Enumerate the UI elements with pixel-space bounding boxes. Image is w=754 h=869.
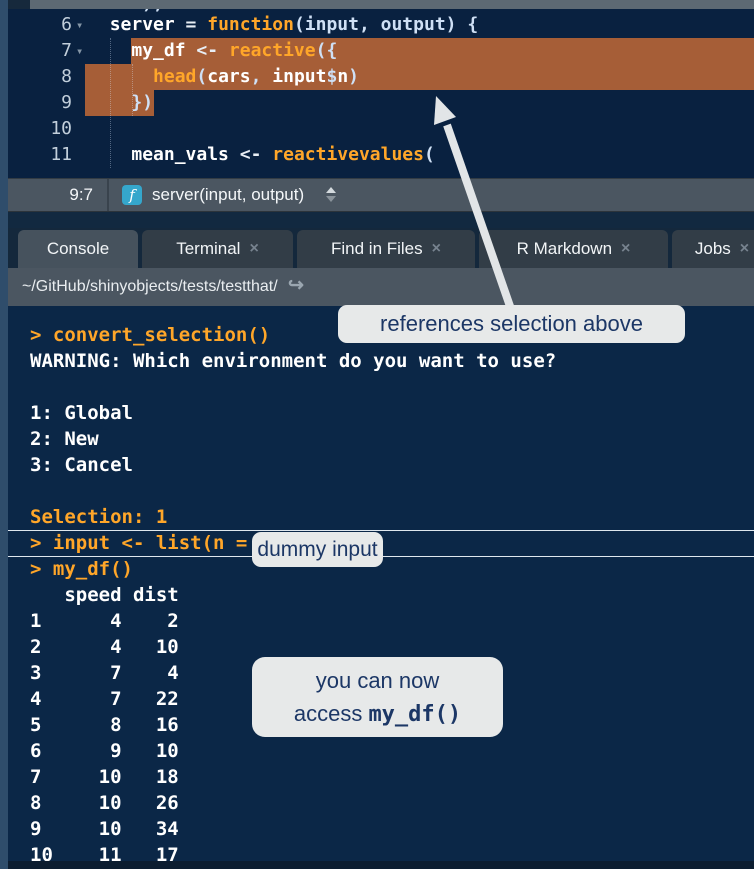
code-line: 6▾ server = function(input, output) {: [8, 12, 754, 38]
editor-status-bar: 9:7 f server(input, output): [8, 178, 754, 212]
code-line: 10: [8, 116, 754, 142]
working-directory-bar: ~/GitHub/shinyobjects/tests/testthat/ ↪: [8, 268, 754, 306]
callout-line1: you can now: [316, 664, 440, 697]
console-output-line: 9 10 34: [30, 816, 750, 842]
tab-label: Find in Files: [331, 239, 423, 259]
console-output-line: speed dist: [30, 582, 750, 608]
console-output-line: 6 9 10: [30, 738, 750, 764]
goto-directory-icon[interactable]: ↪: [288, 268, 304, 304]
window-bottom-edge: [8, 861, 754, 869]
console-output-line: 7 10 18: [30, 764, 750, 790]
chevron-up-down-icon[interactable]: [326, 187, 338, 203]
tab-jobs[interactable]: Jobs ×: [672, 230, 754, 268]
tab-label: R Markdown: [517, 239, 612, 259]
code-line: 11 mean_vals <- reactivevalues(: [8, 142, 754, 168]
code-line: 8 head(cars, input$n): [8, 64, 754, 90]
console-output-line: WARNING: Which environment do you want t…: [30, 348, 750, 374]
tab-terminal[interactable]: Terminal ×: [142, 230, 293, 268]
line-number: 7: [8, 38, 72, 64]
line-number: 6: [8, 12, 72, 38]
code-text: server = function(input, output) {: [88, 12, 478, 38]
code-text: mean_vals <- reactivevalues(: [88, 142, 435, 168]
console-command: > input <- list(n = 10): [30, 530, 750, 556]
dummy-input-callout: dummy input: [252, 532, 383, 567]
console-output-line: 8 10 26: [30, 790, 750, 816]
console-output-line: 1 4 2: [30, 608, 750, 634]
access-mydf-callout: you can now access my_df(): [252, 657, 503, 737]
cursor-position: 9:7: [69, 179, 93, 211]
line-number: 8: [8, 64, 72, 90]
line-number: 10: [8, 116, 72, 142]
console-output-line: 1: Global: [30, 400, 750, 426]
function-icon: f: [122, 185, 142, 205]
line-number: 11: [8, 142, 72, 168]
cursor-position-cell: 9:7: [8, 179, 109, 211]
working-directory-path: ~/GitHub/shinyobjects/tests/testthat/: [22, 268, 278, 306]
console-output[interactable]: > convert_selection()WARNING: Which envi…: [8, 306, 754, 861]
function-context-selector[interactable]: server(input, output): [152, 179, 304, 211]
close-icon[interactable]: ×: [432, 240, 441, 258]
rstudio-window: ), 6▾ server = function(input, output) {…: [0, 0, 754, 869]
tab-console[interactable]: Console: [18, 230, 138, 268]
tab-find-in-files[interactable]: Find in Files ×: [297, 230, 475, 268]
close-icon[interactable]: ×: [621, 240, 630, 258]
line-number: 9: [8, 90, 72, 116]
code-editor[interactable]: ), 6▾ server = function(input, output) {…: [8, 9, 754, 178]
console-command: Selection: 1: [30, 504, 750, 530]
console-output-line: [30, 374, 750, 400]
toolbar-edge: [30, 0, 754, 9]
gutter-top-notch: [8, 0, 30, 9]
code-text: my_df <- reactive({: [88, 38, 337, 64]
window-left-edge: [0, 0, 8, 869]
console-tab-strip: ConsoleTerminal×Find in Files×R Markdown…: [8, 228, 754, 268]
console-command: > my_df(): [30, 556, 750, 582]
console-output-line: 3: Cancel: [30, 452, 750, 478]
console-output-line: [30, 478, 750, 504]
code-text: }): [88, 90, 153, 116]
references-selection-callout: references selection above: [338, 305, 685, 343]
code-line: 9 }): [8, 90, 754, 116]
console-output-line: 10 11 17: [30, 842, 750, 861]
close-icon[interactable]: ×: [740, 240, 749, 258]
tab-label: Jobs: [695, 239, 731, 259]
tab-label: Terminal: [176, 239, 240, 259]
code-text: head(cars, input$n): [88, 64, 359, 90]
tab-label: Console: [47, 239, 109, 259]
callout-line2: access my_df(): [294, 697, 461, 731]
close-icon[interactable]: ×: [249, 240, 258, 258]
console-output-line: 2: New: [30, 426, 750, 452]
tab-r-markdown[interactable]: R Markdown ×: [479, 230, 668, 268]
code-line: 7▾ my_df <- reactive({: [8, 38, 754, 64]
